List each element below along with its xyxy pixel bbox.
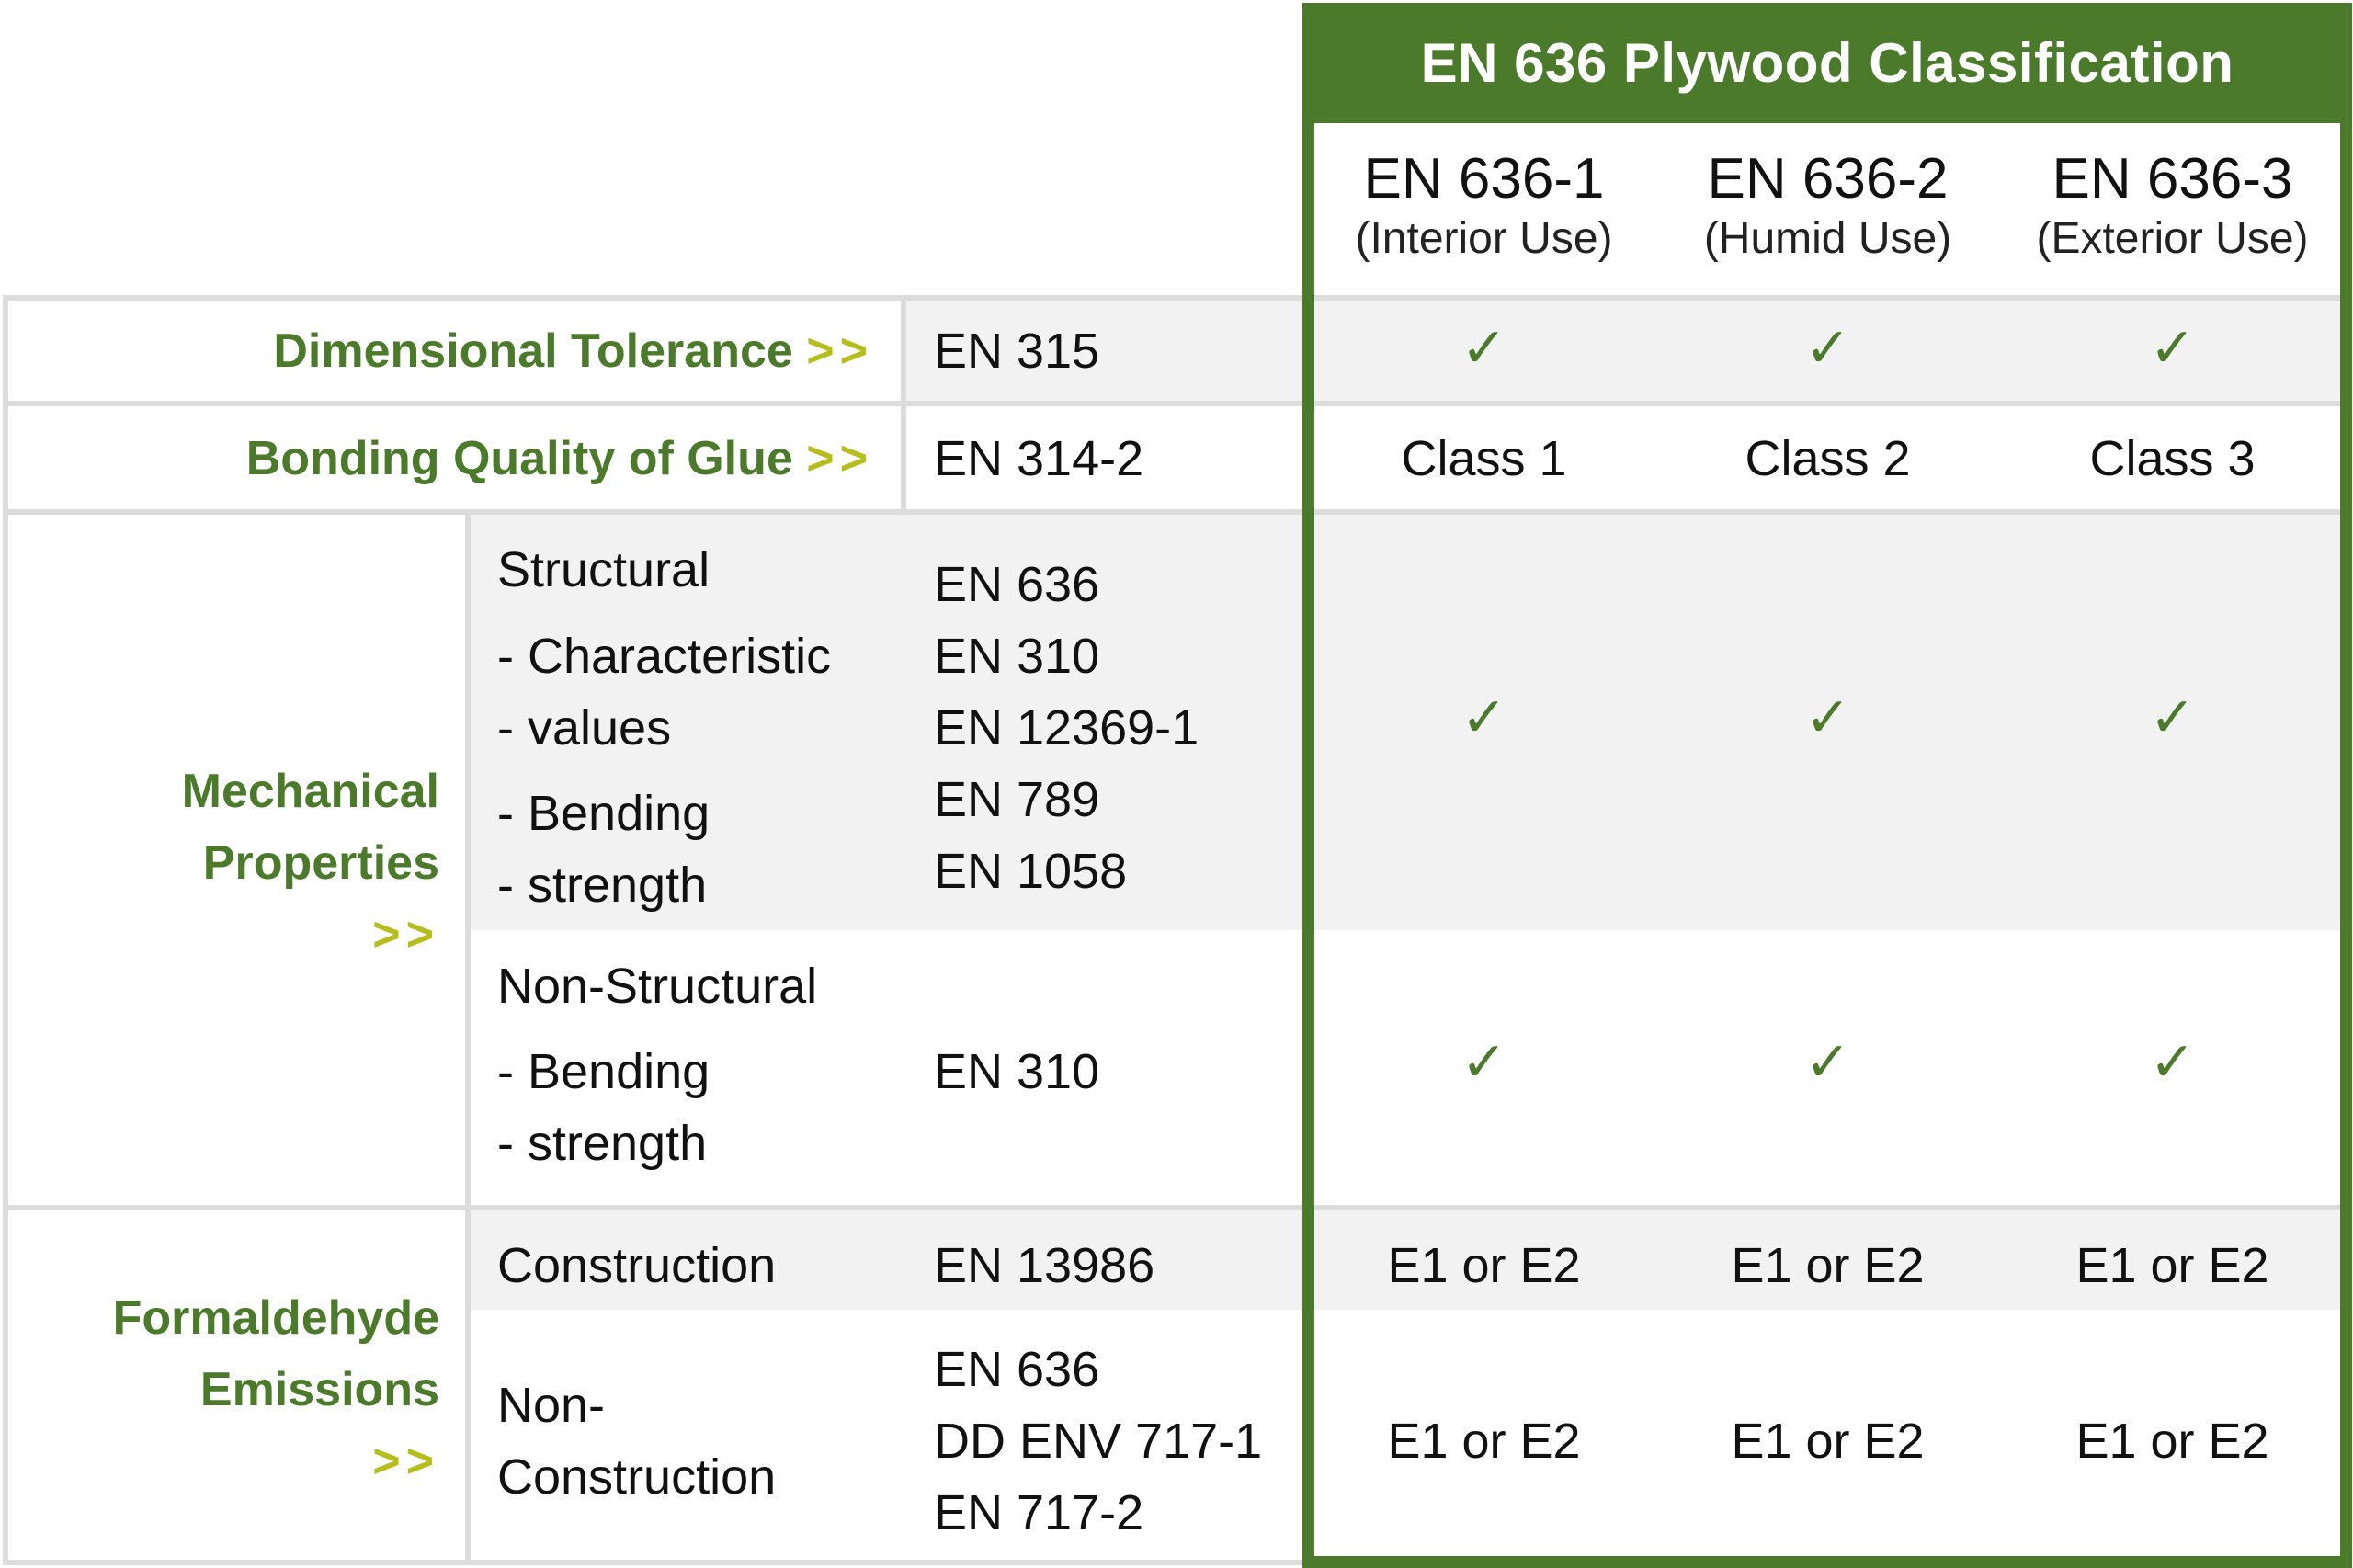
non-construction-standard: EN 636 xyxy=(934,1342,1100,1397)
rule-bottom xyxy=(3,1560,1308,1565)
check-icon: ✓ xyxy=(1461,317,1507,379)
structural-line: - Characteristic xyxy=(497,629,832,684)
label-text: Dimensional Tolerance xyxy=(273,324,793,378)
sublabel-construction: Construction xyxy=(497,1238,777,1293)
structural-line: - Bending xyxy=(497,786,710,841)
column-use: (Humid Use) xyxy=(1703,214,1952,263)
non-structural-standard: EN 310 xyxy=(934,1044,1100,1099)
sublabel-structural: Structural xyxy=(497,542,710,597)
non-construction-standard: DD ENV 717-1 xyxy=(934,1414,1263,1469)
rule-left xyxy=(3,295,8,1565)
emission-class: E1 or E2 xyxy=(2075,1238,2269,1293)
chevron-right-icon: >> xyxy=(372,1435,439,1488)
emission-class: E1 or E2 xyxy=(2075,1414,2269,1469)
structural-standard: EN 310 xyxy=(934,629,1100,684)
check-icon: ✓ xyxy=(1461,1031,1507,1093)
non-structural-line: - strength xyxy=(497,1116,708,1171)
emission-class: E1 or E2 xyxy=(1387,1238,1581,1293)
column-code: EN 636-3 xyxy=(2052,147,2293,210)
rule-sub-divider xyxy=(465,509,471,1565)
label-dimensional-tolerance: Dimensional Tolerance >> xyxy=(9,315,873,387)
sublabel-non-construction: Non- xyxy=(497,1378,606,1433)
check-icon: ✓ xyxy=(2149,1031,2196,1093)
label-bonding-quality: Bonding Quality of Glue >> xyxy=(9,423,873,494)
check-icon: ✓ xyxy=(1804,687,1851,748)
sublabel-non-construction: Construction xyxy=(497,1449,777,1505)
column-use: (Interior Use) xyxy=(1355,214,1613,263)
label-text: Bonding Quality of Glue xyxy=(245,432,793,485)
structural-standard: EN 636 xyxy=(934,557,1100,612)
emission-class: E1 or E2 xyxy=(1387,1414,1581,1469)
construction-standard: EN 13986 xyxy=(934,1238,1155,1293)
classification-title: EN 636 Plywood Classification xyxy=(1302,3,2352,123)
chevron-right-icon: >> xyxy=(806,432,873,485)
bonding-class-1: Class 1 xyxy=(1401,431,1567,486)
label-mechanical-properties: Mechanical Properties >> xyxy=(9,756,439,971)
structural-line: - values xyxy=(497,700,672,756)
column-header-en636-1: EN 636-1 (Interior Use) xyxy=(1312,147,1656,267)
non-structural-line: - Bending xyxy=(497,1044,710,1099)
structural-standard: EN 12369-1 xyxy=(934,700,1199,756)
structural-standard: EN 789 xyxy=(934,772,1100,827)
column-code: EN 636-1 xyxy=(1363,147,1605,210)
structural-standard: EN 1058 xyxy=(934,844,1128,899)
column-use: (Exterior Use) xyxy=(2036,214,2309,263)
check-icon: ✓ xyxy=(2149,317,2196,379)
label-formaldehyde-emissions: Formaldehyde Emissions >> xyxy=(9,1282,439,1497)
column-header-en636-2: EN 636-2 (Humid Use) xyxy=(1655,147,2000,267)
emission-class: E1 or E2 xyxy=(1731,1238,1925,1293)
check-icon: ✓ xyxy=(2149,687,2196,748)
rule-std-divider xyxy=(901,295,906,515)
bonding-class-2: Class 2 xyxy=(1745,431,1911,486)
column-header-en636-3: EN 636-3 (Exterior Use) xyxy=(2000,147,2345,267)
chevron-right-icon: >> xyxy=(806,324,873,378)
standard-bonding: EN 314-2 xyxy=(934,431,1144,486)
label-line: Mechanical xyxy=(181,765,439,818)
check-icon: ✓ xyxy=(1461,687,1507,748)
check-icon: ✓ xyxy=(1804,317,1851,379)
chevron-right-icon: >> xyxy=(372,908,439,961)
label-line: Properties xyxy=(202,836,439,890)
label-line: Formaldehyde xyxy=(112,1291,439,1345)
sublabel-non-structural: Non-Structural xyxy=(497,959,818,1014)
emission-class: E1 or E2 xyxy=(1731,1414,1925,1469)
structural-line: - strength xyxy=(497,858,708,913)
column-code: EN 636-2 xyxy=(1707,147,1949,210)
non-construction-standard: EN 717-2 xyxy=(934,1485,1144,1540)
standard-dimensional: EN 315 xyxy=(934,324,1100,379)
label-line: Emissions xyxy=(199,1363,439,1416)
check-icon: ✓ xyxy=(1804,1031,1851,1093)
bonding-class-3: Class 3 xyxy=(2089,431,2256,486)
